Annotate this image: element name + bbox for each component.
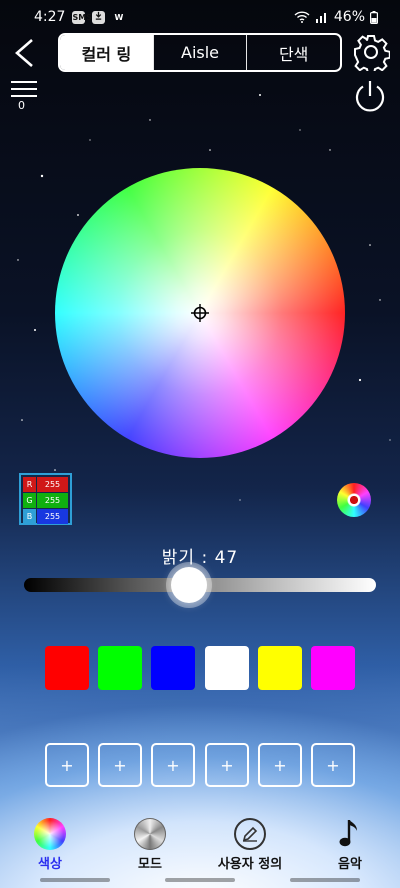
menu-count-badge: 0 (18, 99, 25, 112)
custom-color-slot-5[interactable]: + (258, 743, 302, 787)
rgb-row-blue: B 255 (23, 509, 68, 524)
swatch-green[interactable] (98, 646, 142, 690)
bottom-tab-custom-label: 사용자 정의 (217, 857, 283, 872)
battery-percent: 46% (333, 9, 365, 25)
mode-segmented-control: 컬러 링 Aisle 단색 (58, 33, 342, 72)
color-wheel-icon (34, 818, 66, 850)
red-label: R (23, 477, 36, 492)
color-wheel-toggle-icon[interactable] (337, 483, 371, 517)
status-bar: 4:27 SMS W 46% (0, 0, 400, 34)
bottom-tab-mode-label: 모드 (138, 857, 162, 872)
signal-icon (315, 13, 326, 23)
music-note-icon (334, 818, 366, 850)
power-icon (355, 81, 385, 112)
download-icon (92, 10, 106, 24)
blue-label: B (23, 509, 36, 524)
green-label: G (23, 493, 36, 508)
status-time: 4:27 (34, 9, 66, 25)
crosshair-icon[interactable] (191, 304, 209, 322)
tab-color-ring[interactable]: 컬러 링 (60, 35, 153, 70)
sms-icon: SMS (72, 10, 92, 24)
swatch-red[interactable] (45, 646, 89, 690)
w-app-icon: W (114, 12, 124, 22)
power-button[interactable] (352, 78, 388, 114)
custom-color-slot-3[interactable]: + (151, 743, 195, 787)
custom-color-slot-1[interactable]: + (45, 743, 89, 787)
bottom-tab-custom[interactable]: 사용자 정의 (200, 818, 300, 874)
custom-color-slot-2[interactable]: + (98, 743, 142, 787)
system-nav-bar (40, 878, 360, 882)
wifi-icon (294, 11, 310, 23)
mode-disc-icon (134, 818, 166, 850)
hamburger-icon (11, 81, 37, 97)
rgb-values-panel: R 255 G 255 B 255 (19, 473, 72, 525)
status-right: 46% (294, 9, 378, 25)
bottom-tab-color[interactable]: 색상 (0, 818, 100, 874)
bottom-tab-music-label: 음악 (338, 857, 362, 872)
brightness-label: 밝기 : 47 (161, 548, 239, 568)
bottom-tab-music[interactable]: 음악 (300, 818, 400, 874)
bottom-tab-mode[interactable]: 모드 (100, 818, 200, 874)
settings-button[interactable] (352, 33, 391, 75)
tab-aisle[interactable]: Aisle (152, 35, 247, 70)
status-left: 4:27 SMS W (34, 9, 125, 25)
rgb-row-red: R 255 (23, 477, 68, 492)
battery-icon (370, 10, 378, 24)
blue-value: 255 (37, 509, 68, 524)
gear-icon (354, 35, 391, 75)
swatch-white[interactable] (205, 646, 249, 690)
tab-solid-color[interactable]: 단색 (246, 35, 340, 70)
bottom-tab-color-label: 색상 (38, 857, 62, 872)
custom-color-slot-6[interactable]: + (311, 743, 355, 787)
swatch-magenta[interactable] (311, 646, 355, 690)
brightness-slider-thumb[interactable] (171, 567, 208, 603)
rgb-row-green: G 255 (23, 493, 68, 508)
swatch-yellow[interactable] (258, 646, 302, 690)
back-button[interactable] (6, 36, 42, 70)
swatch-blue[interactable] (151, 646, 195, 690)
green-value: 255 (37, 493, 68, 508)
chevron-left-icon (15, 39, 33, 67)
red-value: 255 (37, 477, 68, 492)
custom-color-slot-4[interactable]: + (205, 743, 249, 787)
edit-icon (234, 818, 266, 850)
